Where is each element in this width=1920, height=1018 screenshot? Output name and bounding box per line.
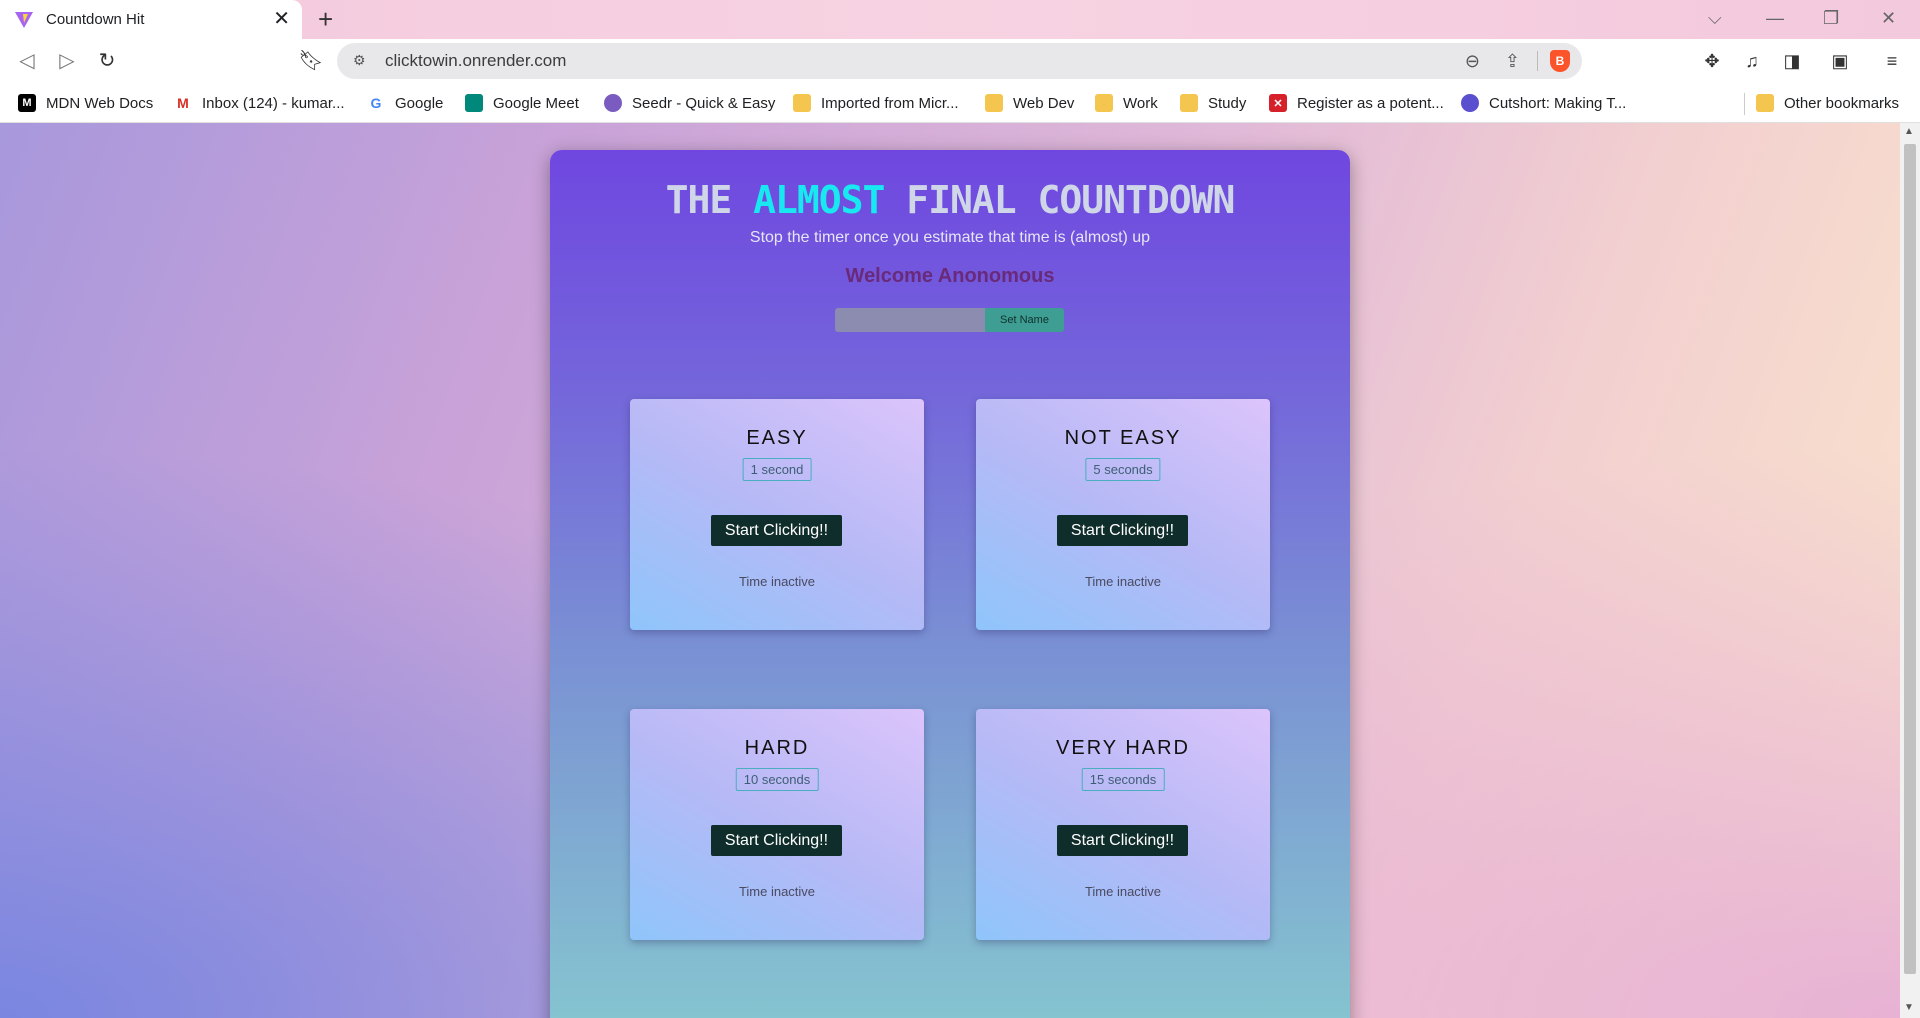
url-text[interactable]: clicktowin.onrender.com — [385, 51, 566, 71]
start-clicking-button[interactable]: Start Clicking!! — [1057, 825, 1188, 856]
brave-shields-icon[interactable]: B — [1550, 50, 1570, 72]
omnibox-divider — [1537, 51, 1538, 71]
share-icon[interactable]: ⇪ — [1505, 51, 1520, 72]
bookmark-label: Google Meet — [493, 94, 579, 112]
challenge-card-very-hard: VERY HARD 15 seconds Start Clicking!! Ti… — [976, 709, 1270, 940]
bookmark-label: Work — [1123, 94, 1158, 112]
bookmark-label: Google — [395, 94, 444, 112]
game-panel: THE ALMOST FINAL COUNTDOWN Stop the time… — [550, 150, 1350, 1018]
duration-badge: 15 seconds — [1081, 768, 1165, 791]
duration-badge: 5 seconds — [1085, 458, 1161, 481]
challenge-title: HARD — [744, 737, 810, 759]
timer-status: Time inactive — [738, 574, 816, 589]
scroll-up-icon[interactable]: ▲ — [1904, 126, 1914, 137]
seedr-icon — [604, 94, 622, 112]
bookmark-label: Imported from Micr... — [821, 94, 959, 112]
bookmark-register[interactable]: ✕ Register as a potent... — [1269, 91, 1444, 115]
timer-status: Time inactive — [738, 884, 816, 899]
name-input[interactable] — [835, 308, 985, 332]
bookmark-seedr[interactable]: Seedr - Quick & Easy — [604, 91, 775, 115]
folder-icon — [1180, 94, 1198, 112]
forward-icon[interactable]: ▷ — [54, 48, 80, 74]
meet-icon — [465, 94, 483, 112]
bookmark-other[interactable]: Other bookmarks — [1756, 91, 1899, 115]
browser-toolbar: ◁ ▷ ↻ 🔖︎ ⚙ clicktowin.onrender.com ⊖ ⇪ B… — [0, 39, 1920, 83]
start-clicking-button[interactable]: Start Clicking!! — [1057, 515, 1188, 546]
active-tab[interactable]: Countdown Hit ✕ — [0, 0, 302, 39]
tab-strip: Countdown Hit ✕ + ⌵ — ❐ ✕ — [0, 0, 1920, 39]
bookmarks-bar: M MDN Web Docs M Inbox (124) - kumar... … — [0, 83, 1920, 123]
cutshort-icon — [1461, 94, 1479, 112]
folder-icon — [985, 94, 1003, 112]
bookmark-folder-imported[interactable]: Imported from Micr... — [793, 91, 959, 115]
challenge-card-not-easy: NOT EASY 5 seconds Start Clicking!! Time… — [976, 399, 1270, 630]
vite-icon — [15, 11, 33, 28]
duration-badge: 1 second — [742, 458, 812, 481]
bookmark-label: Cutshort: Making T... — [1489, 94, 1627, 112]
google-icon: G — [370, 95, 382, 111]
bookmark-folder-study[interactable]: Study — [1180, 91, 1246, 115]
bookmark-label: Register as a potent... — [1297, 94, 1444, 112]
bookmark-google[interactable]: G Google — [367, 91, 444, 115]
bookmark-meet[interactable]: Google Meet — [465, 91, 579, 115]
site-settings-icon[interactable]: ⚙ — [353, 52, 371, 70]
minimize-icon[interactable]: — — [1766, 6, 1784, 30]
bookmarks-divider — [1744, 93, 1745, 115]
menu-icon[interactable]: ≡ — [1879, 48, 1905, 74]
extensions-icon[interactable]: ✥ — [1699, 48, 1725, 74]
media-icon[interactable]: ♫ — [1739, 48, 1765, 74]
welcome-message: Welcome Anonomous — [845, 265, 1055, 287]
start-clicking-button[interactable]: Start Clicking!! — [711, 825, 842, 856]
gmail-icon: M — [177, 95, 189, 111]
sidebar-icon[interactable]: ◨ — [1779, 48, 1805, 74]
duration-badge: 10 seconds — [735, 768, 819, 791]
challenge-card-easy: EASY 1 second Start Clicking!! Time inac… — [630, 399, 924, 630]
scroll-down-icon[interactable]: ▼ — [1904, 1002, 1914, 1013]
bookmark-gmail[interactable]: M Inbox (124) - kumar... — [174, 91, 345, 115]
challenge-title: EASY — [746, 427, 808, 449]
challenge-card-hard: HARD 10 seconds Start Clicking!! Time in… — [630, 709, 924, 940]
start-clicking-button[interactable]: Start Clicking!! — [711, 515, 842, 546]
wallet-icon[interactable]: ▣ — [1827, 48, 1853, 74]
bookmark-icon[interactable]: 🔖︎ — [298, 48, 324, 74]
mdn-icon: M — [18, 94, 36, 112]
page-title: THE ALMOST FINAL COUNTDOWN — [550, 178, 1350, 222]
timer-status: Time inactive — [1084, 574, 1162, 589]
close-tab-icon[interactable]: ✕ — [273, 8, 290, 30]
timer-status: Time inactive — [1084, 884, 1162, 899]
title-suffix: FINAL COUNTDOWN — [906, 178, 1235, 222]
reload-icon[interactable]: ↻ — [94, 48, 120, 74]
title-accent: ALMOST — [753, 178, 885, 222]
bookmark-label: Seedr - Quick & Easy — [632, 94, 776, 112]
bookmark-mdn[interactable]: M MDN Web Docs — [18, 91, 153, 115]
bookmark-label: Web Dev — [1013, 94, 1075, 112]
bookmark-label: Study — [1208, 94, 1247, 112]
subtitle: Stop the timer once you estimate that ti… — [749, 229, 1151, 246]
challenge-title: NOT EASY — [1064, 427, 1182, 449]
folder-icon — [1756, 94, 1774, 112]
bookmark-label: Other bookmarks — [1784, 94, 1900, 112]
folder-icon — [1095, 94, 1113, 112]
challenge-title: VERY HARD — [1056, 737, 1190, 759]
folder-icon — [793, 94, 811, 112]
new-tab-icon[interactable]: + — [318, 4, 333, 34]
bookmark-cutshort[interactable]: Cutshort: Making T... — [1461, 91, 1626, 115]
zoom-icon[interactable]: ⊖ — [1465, 51, 1480, 72]
restore-icon[interactable]: ❐ — [1823, 6, 1839, 30]
tab-search-icon[interactable]: ⌵ — [1708, 6, 1722, 30]
bookmark-folder-webdev[interactable]: Web Dev — [985, 91, 1074, 115]
address-bar[interactable]: ⚙ clicktowin.onrender.com ⊖ ⇪ B — [337, 43, 1582, 79]
tab-title: Countdown Hit — [46, 11, 145, 28]
scrollbar-thumb[interactable] — [1904, 144, 1916, 974]
bookmark-label: Inbox (124) - kumar... — [202, 94, 345, 112]
close-window-icon[interactable]: ✕ — [1881, 6, 1896, 30]
bookmark-label: MDN Web Docs — [46, 94, 154, 112]
register-icon: ✕ — [1269, 94, 1287, 112]
set-name-button[interactable]: Set Name — [985, 308, 1064, 332]
back-icon[interactable]: ◁ — [14, 48, 40, 74]
bookmark-folder-work[interactable]: Work — [1095, 91, 1158, 115]
title-prefix: THE — [665, 178, 733, 222]
